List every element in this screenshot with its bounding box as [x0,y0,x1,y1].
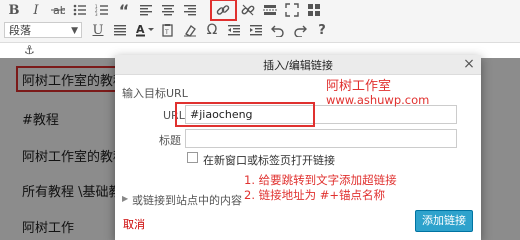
text-color-icon[interactable]: A [132,20,158,40]
svg-text:T: T [164,29,169,36]
existing-content-toggle[interactable]: 或链接到站点中的内容 [132,192,242,208]
format-select-value: 段落 [9,24,31,37]
insert-more-icon[interactable] [260,0,280,20]
bold-icon[interactable]: B [4,0,24,20]
annotation-step-1: 1. 给要跳转到文字添加超链接 [244,173,397,187]
annotation-site-url: www.ashuwp.com [326,93,430,107]
special-char-icon[interactable]: Ω [202,20,222,40]
redo-icon[interactable] [290,20,310,40]
format-select[interactable]: 段落 ▼ [4,22,82,38]
title-label: 标题 [159,134,181,147]
clear-format-icon[interactable] [180,20,200,40]
add-link-button[interactable]: 添加链接 [415,210,473,232]
chevron-right-icon[interactable]: ▶ [122,194,128,203]
blockquote-icon[interactable]: “ [114,0,134,20]
title-input[interactable] [185,129,457,148]
align-center-icon[interactable] [158,0,178,20]
underline-icon[interactable]: U [88,20,108,40]
undo-icon[interactable] [268,20,288,40]
bullet-list-icon[interactable] [70,0,90,20]
italic-icon[interactable]: I [26,0,46,20]
cancel-link[interactable]: 取消 [123,216,145,232]
new-tab-checkbox[interactable] [187,152,198,163]
section-label: 输入目标URL [122,87,188,100]
align-left-icon[interactable] [136,0,156,20]
toolbar-row-1: B I abc 123 “ [0,0,520,21]
annotation-step-2: 2. 链接地址为 #+锚点名称 [244,188,386,202]
svg-text:3: 3 [95,12,98,17]
link-icon-highlight [210,0,237,21]
help-icon[interactable]: ? [312,20,332,40]
link-dialog: 插入/编辑链接 × 输入目标URL URL #jiaocheng 标题 在新窗口… [115,55,481,240]
toolbar-toggle-icon[interactable] [304,0,324,20]
dialog-title: 插入/编辑链接 [263,59,333,72]
align-justify-icon[interactable] [110,20,130,40]
indent-icon[interactable] [246,20,266,40]
fullscreen-icon[interactable] [282,0,302,20]
strikethrough-icon[interactable]: abc [48,0,68,20]
editor-toolbar: B I abc 123 “ [0,0,520,43]
toolbar-row-2: 段落 ▼ U A T Ω ? [0,20,520,40]
svg-text:A: A [136,23,145,36]
outdent-icon[interactable] [224,20,244,40]
close-icon[interactable]: × [462,56,476,72]
annotation-site-name: 阿树工作室 [326,79,392,94]
paste-text-icon[interactable]: T [158,20,178,40]
chevron-down-icon: ▼ [71,26,78,36]
dialog-header: 插入/编辑链接 × [115,55,481,75]
url-input-highlight [175,102,315,127]
new-tab-label: 在新窗口或标签页打开链接 [203,154,335,167]
align-right-icon[interactable] [180,0,200,20]
unlink-icon[interactable] [238,0,258,20]
anchor-icon[interactable]: ⚓ [24,43,35,57]
numbered-list-icon[interactable]: 123 [92,0,112,20]
